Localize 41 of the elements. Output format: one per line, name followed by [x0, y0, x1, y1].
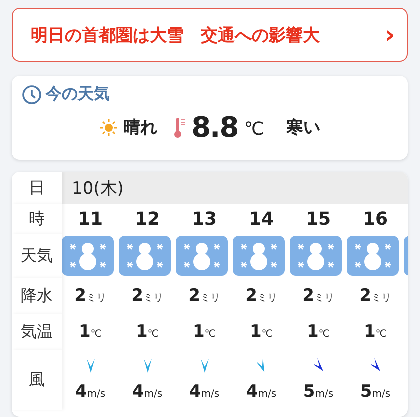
row-label: 時	[29, 208, 45, 230]
row-label: 降水	[21, 286, 53, 306]
feeling-text: 寒い	[286, 117, 320, 139]
alert-text: 明日の首都圏は大雪 交通への影響大	[31, 24, 320, 46]
precipitation-value: 2 ミリ	[74, 286, 106, 306]
row-label: 日	[29, 178, 45, 198]
chevron-icon: ›	[385, 21, 395, 49]
clock-icon	[22, 84, 42, 104]
wind-speed: 4m/s	[132, 382, 163, 402]
wind-speed: 5m/s	[303, 382, 334, 402]
precipitation-value: 2 ミリ	[360, 286, 392, 306]
temperature-value: 1℃	[250, 322, 274, 342]
wind-speed: 4m/s	[75, 382, 106, 402]
hour-label: 13	[192, 208, 218, 230]
precipitation-value: 2 ミリ	[132, 286, 164, 306]
temperature-value: 8.8	[192, 111, 238, 144]
thermometer-icon	[174, 116, 186, 138]
hour-label: 14	[248, 208, 274, 230]
wind-speed: 4m/s	[189, 382, 220, 402]
temperature-value: 1℃	[306, 322, 330, 342]
wind-speed: 5m/s	[360, 382, 391, 402]
row-label: 天気	[21, 246, 53, 266]
precipitation-value: 2 ミリ	[302, 286, 334, 306]
row-label: 風	[29, 370, 45, 390]
temperature-value: 1℃	[364, 322, 388, 342]
section-title: 今の天気	[46, 84, 110, 105]
precipitation-value: 2 ミリ	[246, 286, 278, 306]
alert-banner[interactable]: 明日の首都圏は大雪 交通への影響大 ›	[12, 8, 408, 62]
row-label: 気温	[21, 322, 53, 342]
day-header: 10(木)	[62, 172, 408, 204]
temperature-value: 1℃	[192, 322, 216, 342]
hour-label: 12	[134, 208, 160, 230]
hour-label: 11	[78, 208, 104, 230]
hour-label: 15	[306, 208, 332, 230]
weather-condition: 晴れ	[124, 117, 158, 139]
hour-label: 16	[362, 208, 388, 230]
temperature-unit: ℃	[244, 119, 264, 140]
precipitation-value: 2 ミリ	[188, 286, 220, 306]
temperature-value: 1℃	[136, 322, 160, 342]
temperature-value: 1℃	[78, 322, 102, 342]
wind-speed: 4m/s	[246, 382, 277, 402]
